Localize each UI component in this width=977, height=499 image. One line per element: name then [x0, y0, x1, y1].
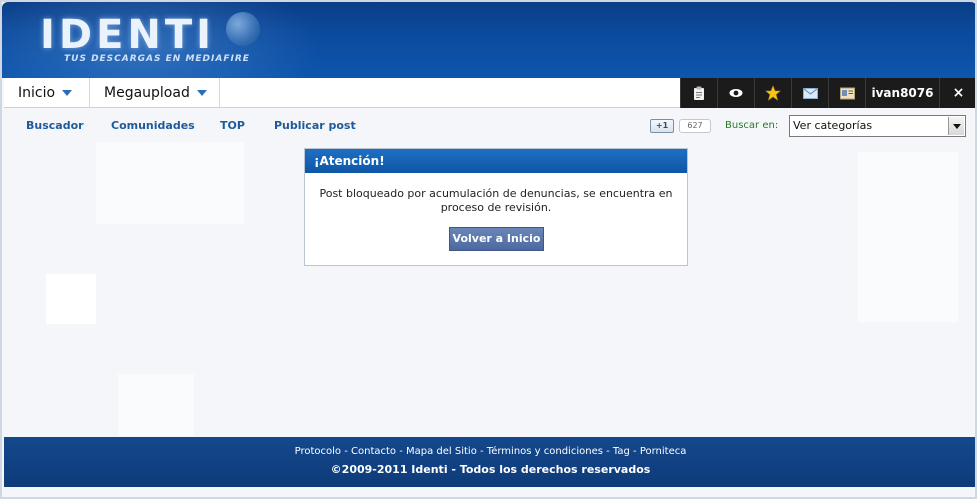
footer-copyright: ©2009-2011 Identi - Todos los derechos r…: [330, 463, 651, 476]
close-button[interactable]: ×: [939, 78, 975, 108]
mail-icon: [802, 87, 818, 99]
plus-one-count: 627: [679, 119, 711, 133]
site-logo[interactable]: IDENTI: [40, 12, 215, 58]
google-plus-one-button[interactable]: +1: [650, 119, 674, 133]
footer-separator: -: [602, 446, 613, 457]
site-footer: Protocolo - Contacto - Mapa del Sitio - …: [4, 437, 975, 487]
menu-item-label: Megaupload: [104, 85, 190, 101]
star-icon: [765, 85, 781, 101]
background-block: [96, 142, 244, 224]
footer-link-porniteca[interactable]: Porniteca: [640, 446, 687, 457]
favorites-button[interactable]: [754, 78, 791, 108]
footer-link-protocolo[interactable]: Protocolo: [295, 446, 341, 457]
menu-item-megaupload[interactable]: Megaupload: [90, 78, 220, 108]
user-toolbar: ivan8076 ×: [680, 78, 975, 108]
close-icon: ×: [952, 85, 965, 101]
footer-link-mapa[interactable]: Mapa del Sitio: [406, 446, 477, 457]
nav-link-top[interactable]: TOP: [220, 119, 245, 132]
page-frame: IDENTI TUS DESCARGAS EN MEDIAFIRE Inicio…: [0, 0, 977, 499]
chevron-down-icon: [62, 90, 73, 96]
footer-link-terminos[interactable]: Términos y condiciones: [487, 446, 603, 457]
category-select[interactable]: Ver categorías: [789, 115, 966, 137]
menu-item-inicio[interactable]: Inicio: [4, 78, 90, 108]
background-block: [46, 274, 96, 324]
dropdown-arrow-icon[interactable]: [948, 117, 964, 135]
search-in-label: Buscar en:: [725, 120, 779, 131]
menu-item-label: Inicio: [18, 85, 56, 101]
chevron-down-icon: [196, 90, 207, 96]
profile-card-button[interactable]: [828, 78, 865, 108]
header-banner: IDENTI TUS DESCARGAS EN MEDIAFIRE: [2, 2, 975, 78]
background-block: [858, 152, 958, 322]
clipboard-icon: [694, 86, 704, 100]
alert-message: Post bloqueado por acumulación de denunc…: [319, 187, 673, 214]
back-home-button[interactable]: Volver a Inicio: [449, 227, 544, 251]
eye-icon: [729, 89, 743, 97]
category-selected-value: Ver categorías: [793, 119, 873, 132]
alert-title: ¡Atención!: [305, 149, 687, 173]
nav-link-publicar-post[interactable]: Publicar post: [274, 119, 356, 132]
footer-link-tag[interactable]: Tag: [613, 446, 630, 457]
footer-separator: -: [341, 446, 352, 457]
site-tagline: TUS DESCARGAS EN MEDIAFIRE: [64, 54, 250, 64]
username-link[interactable]: ivan8076: [865, 78, 939, 108]
monitored-button[interactable]: [717, 78, 754, 108]
globe-icon: [226, 12, 260, 46]
footer-separator: -: [476, 446, 487, 457]
footer-link-contacto[interactable]: Contacto: [351, 446, 396, 457]
footer-separator: -: [396, 446, 407, 457]
footer-links: Protocolo - Contacto - Mapa del Sitio - …: [4, 446, 975, 457]
nav-link-buscador[interactable]: Buscador: [26, 119, 84, 132]
alert-box: ¡Atención! Post bloqueado por acumulació…: [304, 148, 688, 266]
clipboard-button[interactable]: [680, 78, 717, 108]
footer-separator: -: [629, 446, 640, 457]
messages-button[interactable]: [791, 78, 828, 108]
background-block: [118, 374, 194, 436]
profile-card-icon: [839, 87, 855, 99]
nav-link-comunidades[interactable]: Comunidades: [111, 119, 195, 132]
main-menu-bar: Inicio Megaupload ivan8076 ×: [4, 78, 975, 108]
